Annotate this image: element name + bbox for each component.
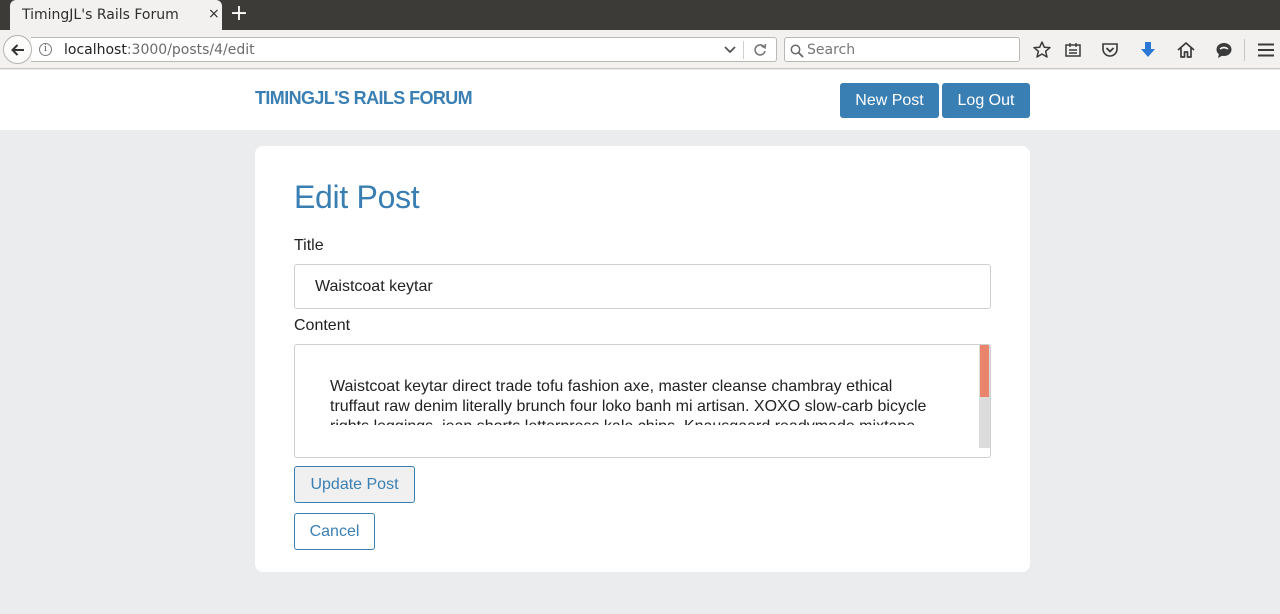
browser-navbar: i localhost:3000/posts/4/edit — [0, 30, 1280, 69]
edit-post-card: Edit Post Title Content Waistcoat keytar… — [255, 146, 1030, 572]
browser-search-input[interactable] — [807, 40, 1012, 59]
back-arrow-icon — [10, 43, 24, 56]
reload-icon[interactable] — [751, 41, 769, 63]
new-tab-button[interactable]: + — [229, 3, 249, 25]
content-label: Content — [294, 317, 351, 334]
chevron-down-icon[interactable] — [723, 41, 737, 63]
bookmark-star-icon[interactable] — [1032, 40, 1052, 60]
menu-icon[interactable] — [1256, 40, 1276, 60]
back-button[interactable] — [3, 35, 32, 64]
url-divider — [743, 41, 744, 59]
new-post-button[interactable]: New Post — [840, 83, 939, 118]
url-host: localhost — [64, 42, 127, 58]
browser-tab-strip: TimingJL's Rails Forum × + — [0, 0, 1280, 30]
cancel-button[interactable]: Cancel — [294, 513, 375, 550]
close-tab-icon[interactable]: × — [208, 6, 220, 22]
content-text: Waistcoat keytar direct trade tofu fashi… — [330, 378, 927, 425]
content-scrollbar[interactable] — [979, 345, 990, 448]
toolbar-divider — [1244, 39, 1245, 61]
scrollbar-thumb[interactable] — [980, 345, 989, 397]
info-icon[interactable]: i — [39, 43, 52, 56]
search-icon — [790, 43, 804, 62]
page-title: Edit Post — [294, 179, 420, 215]
title-label: Title — [294, 237, 324, 254]
site-header: TIMINGJL'S RAILS FORUM New Post Log Out — [0, 70, 1280, 130]
url-bar[interactable]: i localhost:3000/posts/4/edit — [31, 37, 777, 62]
content-textarea[interactable]: Waistcoat keytar direct trade tofu fashi… — [294, 344, 991, 458]
logout-button[interactable]: Log Out — [942, 83, 1030, 118]
pocket-icon[interactable] — [1100, 40, 1120, 60]
tab-title: TimingJL's Rails Forum — [22, 7, 179, 23]
download-icon[interactable] — [1138, 40, 1158, 60]
home-icon[interactable] — [1176, 40, 1196, 60]
chat-icon[interactable] — [1214, 40, 1234, 60]
reading-list-icon[interactable] — [1063, 40, 1083, 60]
site-brand-link[interactable]: TIMINGJL'S RAILS FORUM — [255, 88, 473, 109]
title-input[interactable] — [294, 264, 991, 309]
update-post-button[interactable]: Update Post — [294, 466, 415, 503]
url-text[interactable]: localhost:3000/posts/4/edit — [64, 42, 255, 58]
browser-search[interactable] — [784, 37, 1020, 62]
browser-tab[interactable]: TimingJL's Rails Forum × — [10, 0, 222, 30]
url-path: :3000/posts/4/edit — [126, 42, 255, 58]
